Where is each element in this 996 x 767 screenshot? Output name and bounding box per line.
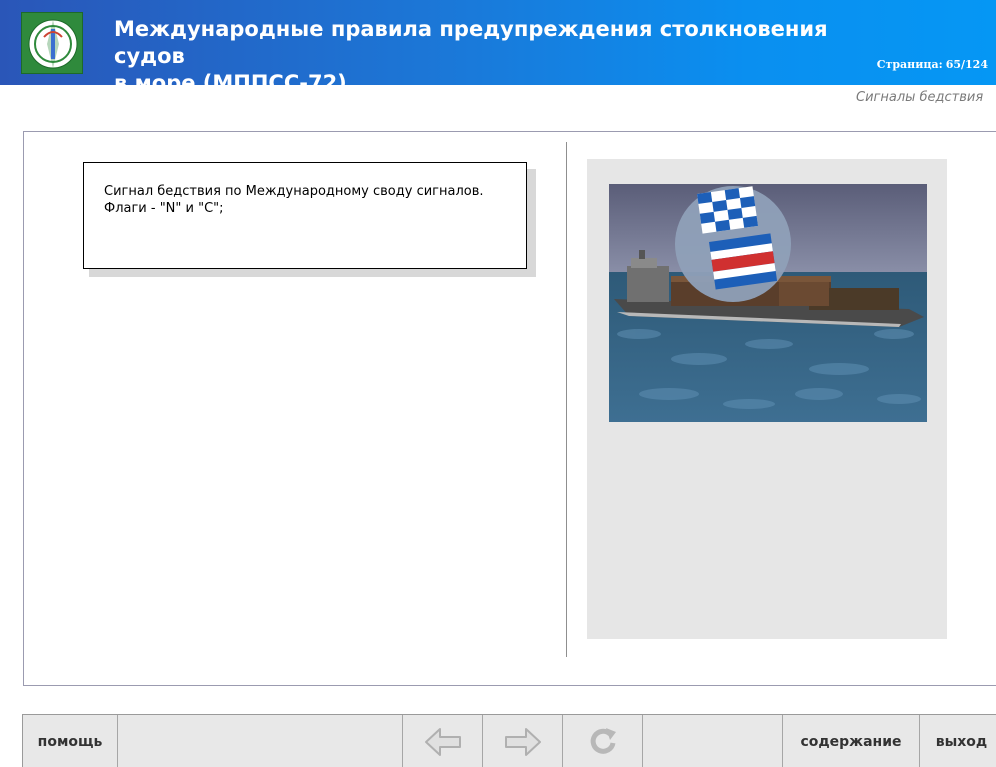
page-counter-label: Страница: [876,58,943,71]
arrow-right-icon [504,727,541,756]
toolbar-spacer-left [118,715,403,767]
reload-icon [590,727,616,754]
exit-button[interactable]: выход [920,715,996,767]
page-title: Международные правила предупреждения сто… [114,16,874,97]
description-line-1: Сигнал бедствия по Международному своду … [104,184,484,199]
forward-button[interactable] [483,715,563,767]
bottom-toolbar: помощь содержание выход [22,714,996,767]
description-text-box: Сигнал бедствия по Международному своду … [83,162,527,269]
ship-signal-illustration [609,184,927,422]
contents-button[interactable]: содержание [783,715,920,767]
section-title: Сигналы бедствия [856,90,984,105]
title-line-1: Международные правила предупреждения сто… [114,17,828,68]
description-line-2: Флаги - "N" и "C"; [104,201,224,216]
toolbar-spacer-right [643,715,783,767]
arrow-left-icon [424,727,461,756]
logo-emblem-icon [28,19,78,69]
help-button[interactable]: помощь [23,715,118,767]
title-line-2: в море (МППСС-72) [114,71,347,95]
back-button[interactable] [403,715,483,767]
content-divider [566,142,567,657]
page-counter-value: 65/124 [945,58,988,71]
course-logo [21,12,83,74]
page-counter: Страница: 65/124 [874,58,988,71]
header-bar: Международные правила предупреждения сто… [0,0,996,95]
reload-button[interactable] [563,715,643,767]
